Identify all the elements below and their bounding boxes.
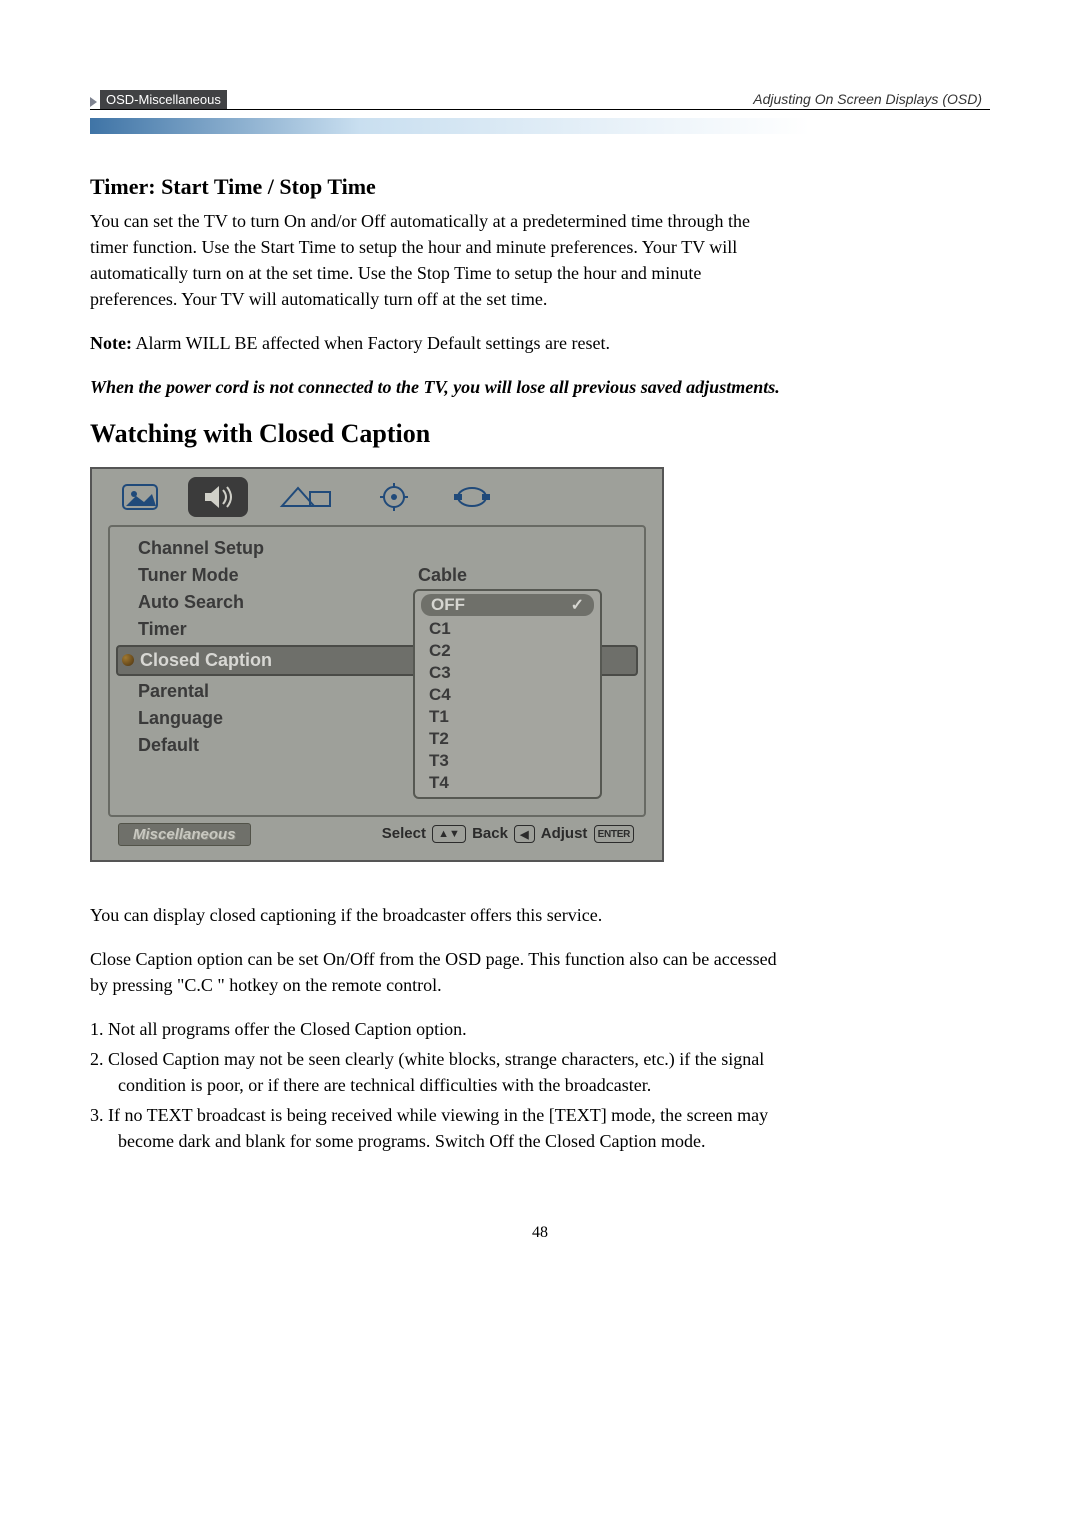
dropdown-c4[interactable]: C4 (415, 684, 600, 706)
osd-menu-panel: Channel Setup Tuner Mode Cable Auto Sear… (108, 525, 646, 817)
dropdown-c3[interactable]: C3 (415, 662, 600, 684)
up-down-key-icon: ▲▼ (432, 825, 466, 843)
tuner-mode-value: Cable (418, 565, 467, 586)
page-number: 48 (90, 1224, 990, 1242)
cc-dropdown[interactable]: OFF ✓ C1 C2 C3 C4 T1 T2 T3 T4 (413, 589, 602, 799)
header-bullet-icon (90, 97, 97, 107)
list-item: 3. If no TEXT broadcast is being receive… (90, 1102, 790, 1154)
note-text: Alarm WILL BE affected when Factory Defa… (132, 333, 610, 353)
cc-heading: Watching with Closed Caption (90, 419, 790, 449)
timer-heading: Timer: Start Time / Stop Time (90, 174, 790, 200)
menu-channel-setup[interactable]: Channel Setup (110, 535, 644, 562)
enter-key-icon: ENTER (594, 825, 634, 843)
dropdown-t1[interactable]: T1 (415, 706, 600, 728)
check-icon: ✓ (571, 595, 584, 615)
note-label: Note: (90, 333, 132, 353)
footer-tab-label: Miscellaneous (118, 823, 251, 846)
timer-warning: When the power cord is not connected to … (90, 374, 790, 400)
list-item: 1. Not all programs offer the Closed Cap… (90, 1016, 790, 1042)
dropdown-c1[interactable]: C1 (415, 618, 600, 640)
osd-screenshot: Channel Setup Tuner Mode Cable Auto Sear… (90, 467, 664, 862)
list-item: 2. Closed Caption may not be seen clearl… (90, 1046, 790, 1098)
dropdown-c2[interactable]: C2 (415, 640, 600, 662)
left-key-icon: ◀ (514, 825, 534, 843)
header-tab: OSD-Miscellaneous (100, 90, 227, 109)
misc-tab-icon[interactable] (364, 477, 424, 517)
geometry-tab-icon[interactable] (266, 477, 346, 517)
header-section-title: Adjusting On Screen Displays (OSD) (753, 91, 990, 109)
audio-tab-icon[interactable] (188, 477, 248, 517)
source-tab-icon[interactable] (442, 477, 502, 517)
osd-tab-bar (92, 469, 662, 521)
timer-note: Note: Alarm WILL BE affected when Factor… (90, 330, 790, 356)
picture-tab-icon[interactable] (110, 477, 170, 517)
dropdown-t2[interactable]: T2 (415, 728, 600, 750)
osd-footer: Miscellaneous Select ▲▼ Back ◀ Adjust EN… (108, 817, 646, 852)
cc-notes-list: 1. Not all programs offer the Closed Cap… (90, 1016, 790, 1154)
cc-para-2: Close Caption option can be set On/Off f… (90, 946, 790, 998)
selection-dot-icon (122, 654, 134, 666)
page-header: OSD-Miscellaneous Adjusting On Screen Di… (90, 90, 990, 110)
header-gradient (90, 118, 990, 134)
menu-tuner-mode[interactable]: Tuner Mode Cable (110, 562, 644, 589)
footer-hints: Select ▲▼ Back ◀ Adjust ENTER (382, 825, 636, 843)
dropdown-t4[interactable]: T4 (415, 772, 600, 794)
timer-paragraph: You can set the TV to turn On and/or Off… (90, 208, 790, 312)
cc-para-1: You can display closed captioning if the… (90, 902, 790, 928)
dropdown-off[interactable]: OFF ✓ (421, 594, 594, 616)
dropdown-t3[interactable]: T3 (415, 750, 600, 772)
